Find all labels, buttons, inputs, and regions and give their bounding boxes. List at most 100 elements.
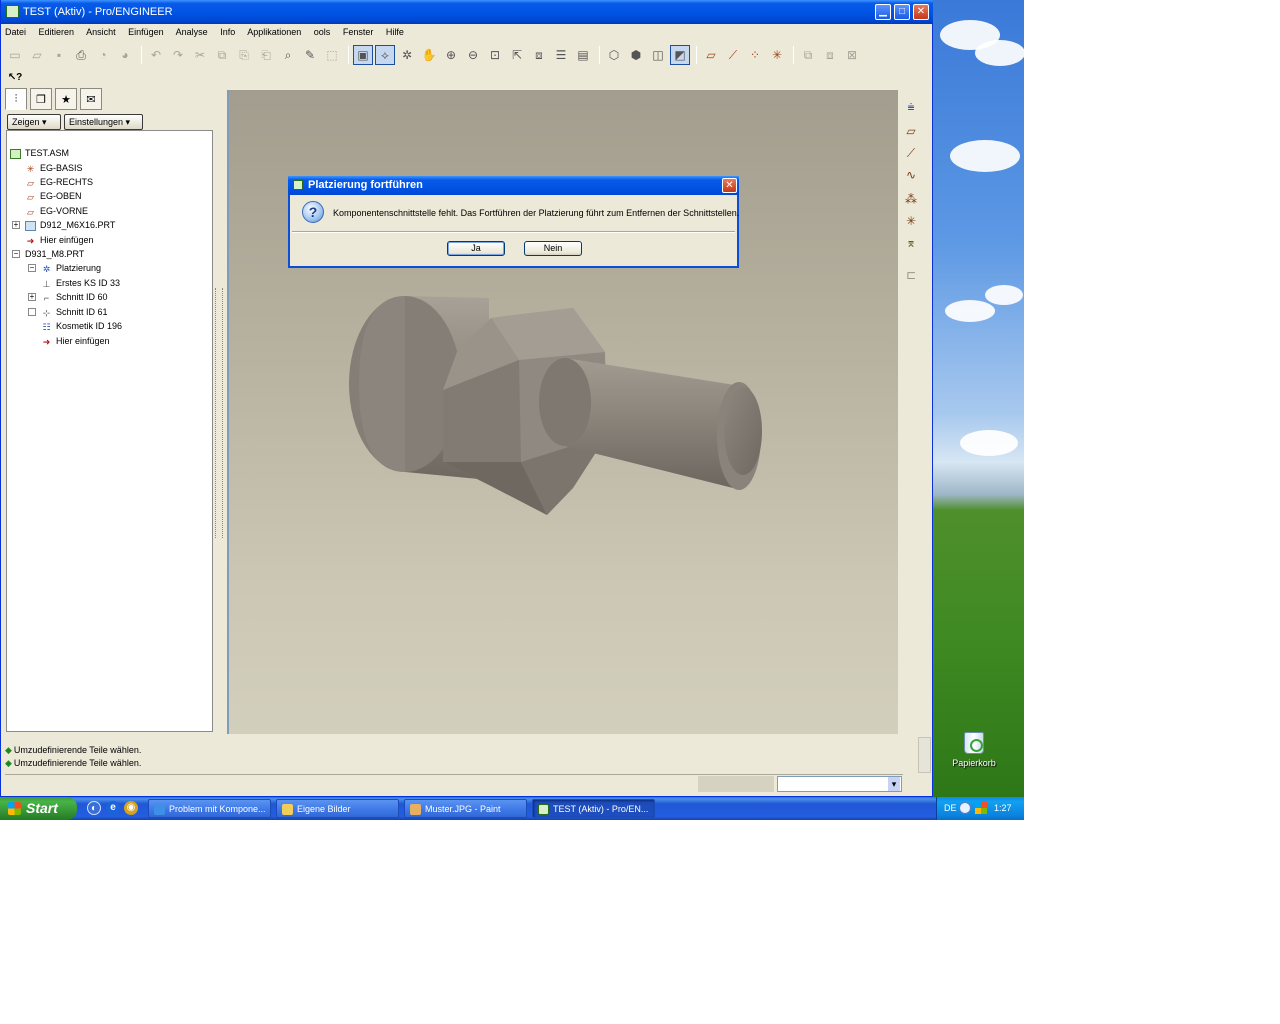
redo-icon[interactable]: ↷	[168, 45, 188, 65]
tree-item[interactable]: ⌐ Schnitt ID 60	[41, 291, 108, 303]
annotation-icon[interactable]: ⊏	[902, 266, 920, 284]
no-button[interactable]: Nein	[524, 241, 582, 256]
menu-edit[interactable]: Editieren	[39, 27, 75, 37]
recycle-bin-shortcut[interactable]: Papierkorb	[952, 732, 996, 768]
taskbar-item-active[interactable]: TEST (Aktiv) - Pro/EN...	[532, 799, 655, 818]
copy-icon[interactable]: ⧉	[212, 45, 232, 65]
datum-display-icon[interactable]: ⩧	[902, 98, 920, 116]
menu-tools[interactable]: ools	[314, 27, 331, 37]
orient-mode-icon[interactable]: ✲	[397, 45, 417, 65]
refit-icon[interactable]: ⊡	[485, 45, 505, 65]
menu-view[interactable]: Ansicht	[86, 27, 116, 37]
folder-browser-tab[interactable]: ❐	[30, 88, 52, 110]
desktop-quicklaunch-icon[interactable]: ◐	[87, 801, 101, 815]
menu-analysis[interactable]: Analyse	[176, 27, 208, 37]
model-tree-tab[interactable]: ⫶	[5, 88, 27, 110]
expand-toggle[interactable]: +	[28, 293, 36, 301]
start-button[interactable]: Start	[0, 797, 77, 820]
cut-icon[interactable]: ✂	[190, 45, 210, 65]
tree-item[interactable]: ⊹ Schnitt ID 61	[41, 306, 108, 318]
saved-views-icon[interactable]: ⧈	[529, 45, 549, 65]
connections-tab[interactable]: ✉	[80, 88, 102, 110]
tree-item[interactable]: ✳ EG-BASIS	[25, 162, 83, 174]
expand-toggle[interactable]: +	[12, 221, 20, 229]
spin-center-icon[interactable]: ⟡	[375, 45, 395, 65]
undo-icon[interactable]: ↶	[146, 45, 166, 65]
reorient-icon[interactable]: ⇱	[507, 45, 527, 65]
window-titlebar[interactable]: TEST (Aktiv) - Pro/ENGINEER ▁ □ ✕	[1, 0, 933, 24]
tree-item[interactable]: D912_M6X16.PRT	[25, 219, 115, 231]
zoom-in-icon[interactable]: ⊕	[441, 45, 461, 65]
select-box-icon[interactable]: ⬚	[322, 45, 342, 65]
shading-icon[interactable]: ◩	[670, 45, 690, 65]
repaint-icon[interactable]: ▣	[353, 45, 373, 65]
tree-item[interactable]: ⊥ Erstes KS ID 33	[41, 277, 120, 289]
coordinate-systems-icon[interactable]: ✳	[767, 45, 787, 65]
menu-insert[interactable]: Einfügen	[128, 27, 164, 37]
find-icon[interactable]: ⌕	[278, 45, 298, 65]
language-indicator[interactable]: DE	[944, 797, 957, 820]
save-icon[interactable]: ▪	[49, 45, 69, 65]
show-dropdown[interactable]: Zeigen ▾	[7, 114, 61, 130]
tree-item[interactable]: D931_M8.PRT	[25, 248, 84, 260]
print-icon[interactable]: ⎙	[71, 45, 91, 65]
zoom-out-icon[interactable]: ⊖	[463, 45, 483, 65]
window-close-icon[interactable]: ⊠	[842, 45, 862, 65]
dialog-titlebar[interactable]: Platzierung fortführen ✕	[288, 176, 739, 195]
network-icon[interactable]	[959, 802, 971, 814]
tree-item[interactable]: ▱ EG-OBEN	[25, 190, 81, 202]
panel-splitter[interactable]	[215, 288, 223, 538]
datum-plane-tool-icon[interactable]: ▱	[902, 122, 920, 140]
menu-window[interactable]: Fenster	[343, 27, 374, 37]
new-file-icon[interactable]: ▭	[5, 45, 25, 65]
datum-axis-tool-icon[interactable]: ⟋	[902, 144, 920, 162]
email-link-icon[interactable]: ◕	[115, 45, 135, 65]
datum-point-tool-icon[interactable]: ⁂	[902, 190, 920, 208]
tree-item-insert-here[interactable]: ➜ Hier einfügen	[41, 335, 110, 347]
coordinate-system-tool-icon[interactable]: ✳	[902, 212, 920, 230]
datum-axes-icon[interactable]: ⟋	[723, 45, 743, 65]
menu-file[interactable]: Datei	[5, 27, 26, 37]
datum-planes-icon[interactable]: ⏥	[701, 45, 721, 65]
media-player-icon[interactable]: ◉	[124, 801, 138, 815]
security-center-icon[interactable]	[975, 802, 987, 814]
view-manager-icon[interactable]: ▤	[573, 45, 593, 65]
tree-item-root[interactable]: TEST.ASM	[10, 147, 69, 159]
taskbar-item[interactable]: Muster.JPG - Paint	[404, 799, 527, 818]
datum-points-icon[interactable]: ⁘	[745, 45, 765, 65]
context-help-icon[interactable]: ↖?	[5, 67, 25, 87]
tree-item[interactable]: ✲ Platzierung	[41, 262, 101, 274]
taskbar-item[interactable]: Problem mit Kompone...	[148, 799, 271, 818]
maximize-button[interactable]: □	[894, 4, 910, 20]
internet-explorer-icon[interactable]: e	[106, 801, 120, 815]
hidden-line-icon[interactable]: ⬢	[626, 45, 646, 65]
window-tile-icon[interactable]: ⧉	[798, 45, 818, 65]
open-file-icon[interactable]: ▱	[27, 45, 47, 65]
yes-button[interactable]: Ja	[447, 241, 505, 256]
tree-item[interactable]: ▱ EG-VORNE	[25, 205, 88, 217]
email-icon[interactable]: ◔	[93, 45, 113, 65]
clock[interactable]: 1:27	[994, 797, 1012, 820]
menu-help[interactable]: Hilfe	[386, 27, 404, 37]
expand-toggle[interactable]	[28, 308, 36, 316]
message-scrollbar[interactable]	[918, 737, 931, 773]
collapse-toggle[interactable]: −	[28, 264, 36, 272]
datum-curve-tool-icon[interactable]: ∿	[902, 166, 920, 184]
paste-special-icon[interactable]: ⎗	[256, 45, 276, 65]
menu-applications[interactable]: Applikationen	[247, 27, 301, 37]
tree-item-insert-here[interactable]: ➜ Hier einfügen	[25, 234, 94, 246]
no-hidden-icon[interactable]: ◫	[648, 45, 668, 65]
minimize-button[interactable]: ▁	[875, 4, 891, 20]
regenerate-icon[interactable]: ✎	[300, 45, 320, 65]
window-cascade-icon[interactable]: ⧈	[820, 45, 840, 65]
layers-icon[interactable]: ☰	[551, 45, 571, 65]
dialog-close-button[interactable]: ✕	[722, 178, 737, 193]
wireframe-icon[interactable]: ⬡	[604, 45, 624, 65]
tree-item[interactable]: ☷ Kosmetik ID 196	[41, 320, 122, 332]
pan-icon[interactable]: ✋	[419, 45, 439, 65]
settings-dropdown[interactable]: Einstellungen ▾	[64, 114, 143, 130]
selection-filter-select[interactable]	[777, 776, 902, 792]
taskbar-item[interactable]: Eigene Bilder	[276, 799, 399, 818]
menu-info[interactable]: Info	[220, 27, 235, 37]
collapse-toggle[interactable]: −	[12, 250, 20, 258]
